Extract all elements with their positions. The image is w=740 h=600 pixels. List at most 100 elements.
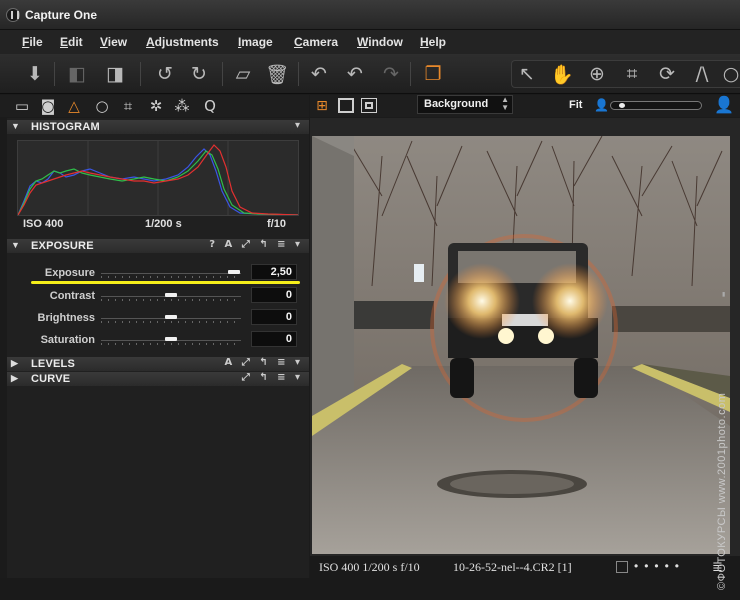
histogram-aperture: f/10 <box>267 218 286 230</box>
tool-panel: ▼ HISTOGRAM ▾ ISO 400 1/200 s f/10 ▼ EXP… <box>7 118 309 590</box>
annotation-underline <box>31 281 300 284</box>
menu-bar: File Edit View Adjustments Image Camera … <box>0 30 740 54</box>
photo-preview[interactable]: ▮ <box>312 136 730 554</box>
panel-tools-icons[interactable]: A ⤢ ↰ ≡ ▾ <box>225 357 303 368</box>
contrast-slider-row: Contrast 0 <box>7 287 309 307</box>
contrast-label: Contrast <box>49 290 95 302</box>
capture-icon[interactable]: ◙ <box>38 96 58 116</box>
menu-edit[interactable]: Edit <box>60 35 83 49</box>
undo-icon[interactable]: ↶ <box>306 62 332 86</box>
histogram-shutter: 1/200 s <box>145 218 182 230</box>
toolbar-separator <box>54 62 55 86</box>
title-bar: Capture One <box>0 0 740 30</box>
menu-camera[interactable]: Camera <box>294 35 338 49</box>
panel-menu-icon[interactable]: ▾ <box>295 120 303 131</box>
trash-icon[interactable]: 🗑 <box>264 62 290 86</box>
saturation-slider-knob[interactable] <box>165 337 177 341</box>
saturation-slider-row: Saturation 0 <box>7 331 309 351</box>
multi-view-icon[interactable]: ⊞ <box>312 96 332 116</box>
toolbar-separator <box>298 62 299 86</box>
color-tag-icon[interactable] <box>616 561 628 573</box>
background-select[interactable]: Background ▲ ▼ <box>417 95 513 114</box>
curve-header[interactable]: ▶ CURVE ⤢ ↰ ≡ ▾ <box>7 372 309 386</box>
bottom-strip <box>0 578 740 600</box>
redo-icon[interactable]: ↷ <box>378 62 404 86</box>
previous-icon[interactable]: ◧ <box>64 62 90 86</box>
window-title: Capture One <box>25 8 98 22</box>
slider-ticks <box>101 321 241 323</box>
saturation-label: Saturation <box>40 334 95 346</box>
exposure-label: Exposure <box>44 267 95 279</box>
collapse-arrow-icon[interactable]: ▼ <box>11 240 20 250</box>
rotate-right-icon[interactable]: ↻ <box>186 62 212 86</box>
exposure-slider-track[interactable] <box>101 273 241 274</box>
undo-step-icon[interactable]: ↶ <box>342 62 368 86</box>
status-exif: ISO 400 1/200 s f/10 <box>319 560 420 574</box>
compare-icon[interactable]: ❐ <box>420 62 446 86</box>
watermark: ©ФОТОКУРСЫ www.2001photo.com <box>716 392 728 590</box>
single-view-icon[interactable] <box>338 98 354 113</box>
histogram-iso: ISO 400 <box>23 218 64 230</box>
menu-file[interactable]: File <box>22 35 43 49</box>
histogram <box>17 140 299 216</box>
move-to-folder-icon[interactable]: ▱ <box>230 62 256 86</box>
saturation-value-field[interactable]: 0 <box>251 331 297 347</box>
exposure-header[interactable]: ▼ EXPOSURE ? A ⤢ ↰ ≡ ▾ <box>7 239 309 253</box>
collapse-arrow-icon[interactable]: ▼ <box>11 121 20 131</box>
brightness-slider-row: Brightness 0 <box>7 309 309 329</box>
viewer-toolbar: ⊞ Background ▲ ▼ Fit 👤 👤 <box>310 95 740 117</box>
exposure-value-field[interactable]: 2,50 <box>251 264 297 280</box>
contrast-slider-knob[interactable] <box>165 293 177 297</box>
levels-header[interactable]: ▶ LEVELS A ⤢ ↰ ≡ ▾ <box>7 357 309 371</box>
slider-ticks <box>101 276 241 278</box>
menu-view[interactable]: View <box>100 35 127 49</box>
app-icon <box>6 8 20 22</box>
expand-arrow-icon[interactable]: ▶ <box>11 358 18 369</box>
toolbar-separator <box>140 62 141 86</box>
status-filename: 10-26-52-nel--4.CR2 [1] <box>453 560 572 574</box>
primary-view-icon[interactable] <box>361 98 377 113</box>
metadata-icon[interactable]: ⁂ <box>172 96 192 116</box>
crop-tab-icon[interactable]: ⌗ <box>118 96 138 116</box>
contrast-value-field[interactable]: 0 <box>251 287 297 303</box>
zoom-icon[interactable]: ⊕ <box>584 62 610 86</box>
rotate-left-icon[interactable]: ↺ <box>152 62 178 86</box>
slider-ticks <box>101 299 241 301</box>
rotate-tool-icon[interactable]: ⟳ <box>654 62 680 86</box>
photo-detail-icon: ▮ <box>722 291 725 298</box>
spinner-arrows-icon[interactable]: ▲ ▼ <box>501 96 509 112</box>
import-icon[interactable]: ⬇ <box>22 62 48 86</box>
exposure-slider-knob[interactable] <box>228 270 240 274</box>
brightness-value-field[interactable]: 0 <box>251 309 297 325</box>
zoom-slider[interactable] <box>610 101 702 110</box>
slider-ticks <box>101 343 241 345</box>
toolbar-separator <box>222 62 223 86</box>
panel-tools-icons[interactable]: ⤢ ↰ ≡ ▾ <box>242 372 303 383</box>
hand-icon[interactable]: ✋ <box>549 62 575 86</box>
focus-icon[interactable]: ○ <box>92 96 112 116</box>
viewer-status-bar: ISO 400 1/200 s f/10 10-26-52-nel--4.CR2… <box>310 556 740 578</box>
keystone-icon[interactable]: /\ <box>689 62 715 86</box>
brightness-slider-knob[interactable] <box>165 315 177 319</box>
menu-image[interactable]: Image <box>238 35 273 49</box>
adjustments-icon[interactable]: ✲ <box>146 96 166 116</box>
quick-icon[interactable]: Q <box>200 96 220 116</box>
menu-window[interactable]: Window <box>357 35 403 49</box>
tool-tabs: ▭ ◙ △ ○ ⌗ ✲ ⁂ Q <box>0 95 309 117</box>
cursor-icon[interactable]: ↖ <box>514 62 540 86</box>
color-icon[interactable]: △ <box>64 96 84 116</box>
large-person-icon: 👤 <box>714 97 734 114</box>
rating-dots-icon[interactable]: ••••• <box>634 559 685 573</box>
library-icon[interactable]: ▭ <box>12 96 32 116</box>
spot-icon[interactable]: ○ <box>718 62 740 86</box>
menu-help[interactable]: Help <box>420 35 446 49</box>
menu-adjustments[interactable]: Adjustments <box>146 35 219 49</box>
next-icon[interactable]: ◨ <box>102 62 128 86</box>
crop-icon[interactable]: ⌗ <box>619 62 645 86</box>
toolbar-separator <box>410 62 411 86</box>
image-viewer[interactable]: ▮ <box>310 118 740 556</box>
zoom-fit-label[interactable]: Fit <box>569 99 582 111</box>
histogram-header[interactable]: ▼ HISTOGRAM ▾ <box>7 120 309 134</box>
panel-tools-icons[interactable]: ? A ⤢ ↰ ≡ ▾ <box>209 239 303 250</box>
expand-arrow-icon[interactable]: ▶ <box>11 373 18 384</box>
